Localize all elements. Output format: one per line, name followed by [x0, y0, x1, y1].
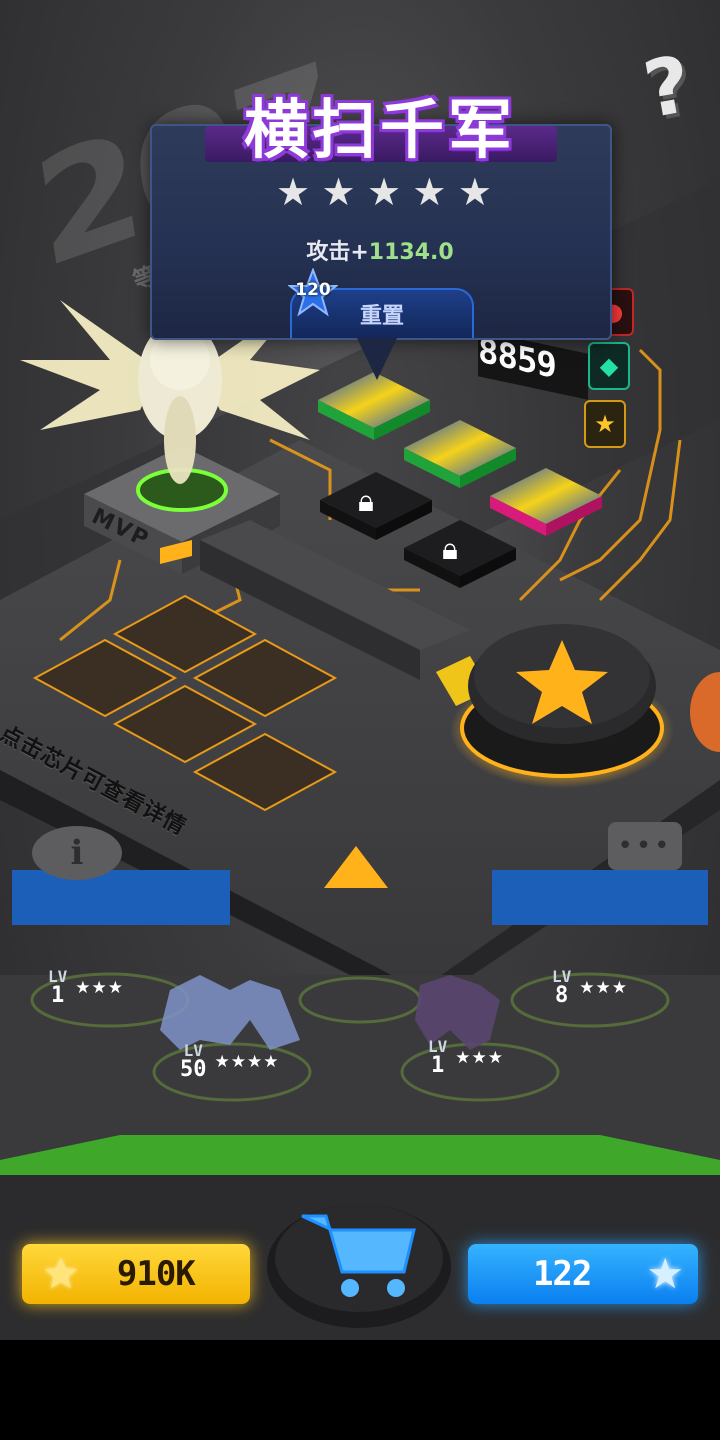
star-icon: ★	[457, 170, 492, 214]
unit-stars: ★★★	[75, 978, 124, 998]
yellow-star-icon: ★	[584, 400, 626, 448]
lock-icon: 🔒︎	[358, 484, 374, 519]
star-icon: ★	[321, 170, 356, 214]
unit-tag[interactable]: LV 50 ★★★★	[180, 1042, 320, 1082]
unit-stars: ★★★	[579, 978, 628, 998]
star-upgrade-button[interactable]	[462, 624, 662, 784]
gem-counter[interactable]: 122 ★	[468, 1244, 698, 1304]
unit-level: 50	[180, 1057, 207, 1082]
unit-stars: ★★★	[455, 1048, 504, 1068]
skill-level: 120	[295, 280, 331, 300]
attack-label: 攻击+	[306, 240, 369, 265]
unit-tag[interactable]: LV 1 ★★★	[428, 1038, 568, 1078]
game-scene: 207 等级	[0, 0, 720, 1340]
cart-icon	[267, 1204, 451, 1328]
skill-stars: ★ ★ ★ ★ ★	[276, 172, 492, 212]
info-button[interactable]: i	[32, 826, 122, 880]
bottom-bar	[0, 1340, 720, 1440]
gold-star-icon: ★	[42, 1249, 80, 1298]
gold-value: 910K	[116, 1254, 196, 1294]
unit-level: 1	[431, 1053, 445, 1078]
shop-cart-button[interactable]	[264, 1188, 454, 1328]
gem-value: 122	[532, 1254, 592, 1294]
unit-level: 1	[51, 983, 65, 1008]
chat-button[interactable]: •••	[608, 822, 682, 870]
unit-tag[interactable]: LV 1 ★★★	[48, 968, 188, 1008]
skill-title: 横扫千军	[244, 94, 516, 168]
green-shield-icon: ◆	[588, 342, 630, 390]
locked-chip-slot[interactable]: 🔒︎	[404, 520, 516, 588]
help-button[interactable]: ?	[628, 40, 708, 136]
star-icon: ★	[366, 170, 402, 214]
attack-stat: 攻击+1134.0	[260, 234, 500, 265]
lock-icon: 🔒︎	[442, 532, 458, 567]
star-icon: ★	[412, 170, 447, 214]
gem-star-icon: ★	[646, 1249, 684, 1298]
unit-tag[interactable]: LV 8 ★★★	[552, 968, 692, 1008]
attack-value: 1134.0	[368, 240, 454, 265]
up-arrow-button[interactable]	[316, 836, 396, 896]
unit-level: 8	[555, 983, 569, 1008]
unit-stars: ★★★★	[214, 1052, 280, 1072]
gold-counter[interactable]: ★ 910K	[22, 1244, 250, 1304]
star-icon: ★	[276, 170, 311, 214]
question-mark-icon: ?	[637, 39, 699, 137]
